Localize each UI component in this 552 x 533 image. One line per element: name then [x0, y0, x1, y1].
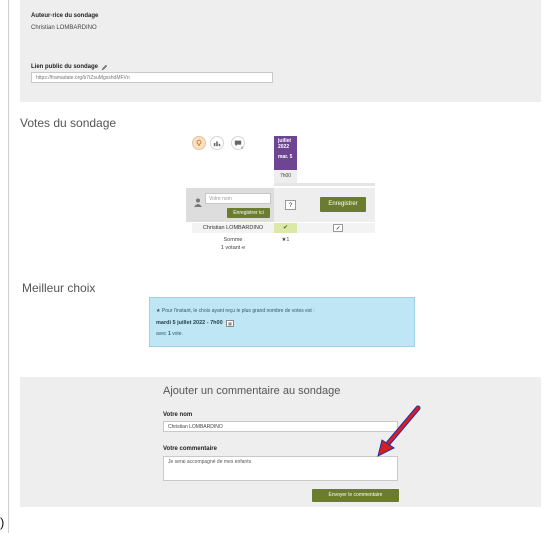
calendar-icon[interactable]: ▦ [226, 320, 234, 327]
votes-suffix: vote. [172, 331, 183, 337]
comment-name-label: Votre nom [163, 412, 193, 418]
sum-value: ★1 [281, 237, 290, 243]
comment-textarea[interactable]: Je serai accompagné de mes enfants [163, 456, 398, 481]
chart-icon[interactable] [210, 136, 224, 150]
save-button[interactable]: Enregistrer [320, 197, 366, 212]
date-column-header: juillet 2022 mar. 5 [274, 136, 297, 170]
window-border [8, 0, 9, 533]
vote-choice-toggle[interactable]: ? [285, 200, 296, 210]
comment-name-input[interactable]: Christian LOMBARDINO [163, 421, 398, 432]
best-choice-value: mardi 5 juillet 2022 - 7h00 [156, 320, 223, 326]
best-choice-title: Meilleur choix [22, 281, 96, 295]
participant-vote-yes: ✔ [274, 223, 297, 233]
best-choice-intro: ★ Pour l'instant, le choix ayant reçu le… [156, 308, 315, 314]
best-choice-votes: avec 1 vote. [156, 331, 183, 337]
comment-text-label: Votre commentaire [163, 446, 217, 452]
votes-title: Votes du sondage [20, 116, 117, 130]
votes-prefix: avec [156, 331, 167, 337]
save-here-button[interactable]: Enregistrer ici [227, 208, 270, 218]
comment-count: 0 [241, 145, 244, 150]
votes-count: 1 [167, 331, 171, 337]
hour-cell: 7h00 [274, 170, 297, 183]
annotation-arrow-icon [377, 405, 421, 457]
author-label: Auteur·rice du sondage [31, 13, 99, 19]
margin-paren: ) [0, 515, 5, 530]
public-link-label: Lien public du sondage [31, 64, 99, 70]
date-year: 2022 [278, 144, 290, 150]
table-divider [274, 183, 375, 186]
comment-section-title: Ajouter un commentaire au sondage [163, 385, 341, 397]
lightbulb-icon[interactable] [192, 136, 206, 150]
send-comment-button[interactable]: Envoyer le commentaire [312, 489, 399, 502]
edit-vote-button[interactable] [333, 224, 343, 232]
author-name: Christian LOMBARDINO [31, 25, 97, 31]
voters-count: 1 votant·e [220, 245, 246, 251]
date-day: mar. 5 [278, 154, 293, 160]
participant-name: Christian LOMBARDINO [192, 223, 274, 233]
voter-name-input[interactable]: Votre nom [205, 193, 271, 204]
sum-label: Somme [223, 237, 243, 243]
user-icon [194, 194, 202, 212]
public-link-field[interactable]: https://framadate.org/b7tZsuMgxshdMFVn [31, 72, 273, 83]
edit-pencil-icon [336, 226, 340, 230]
